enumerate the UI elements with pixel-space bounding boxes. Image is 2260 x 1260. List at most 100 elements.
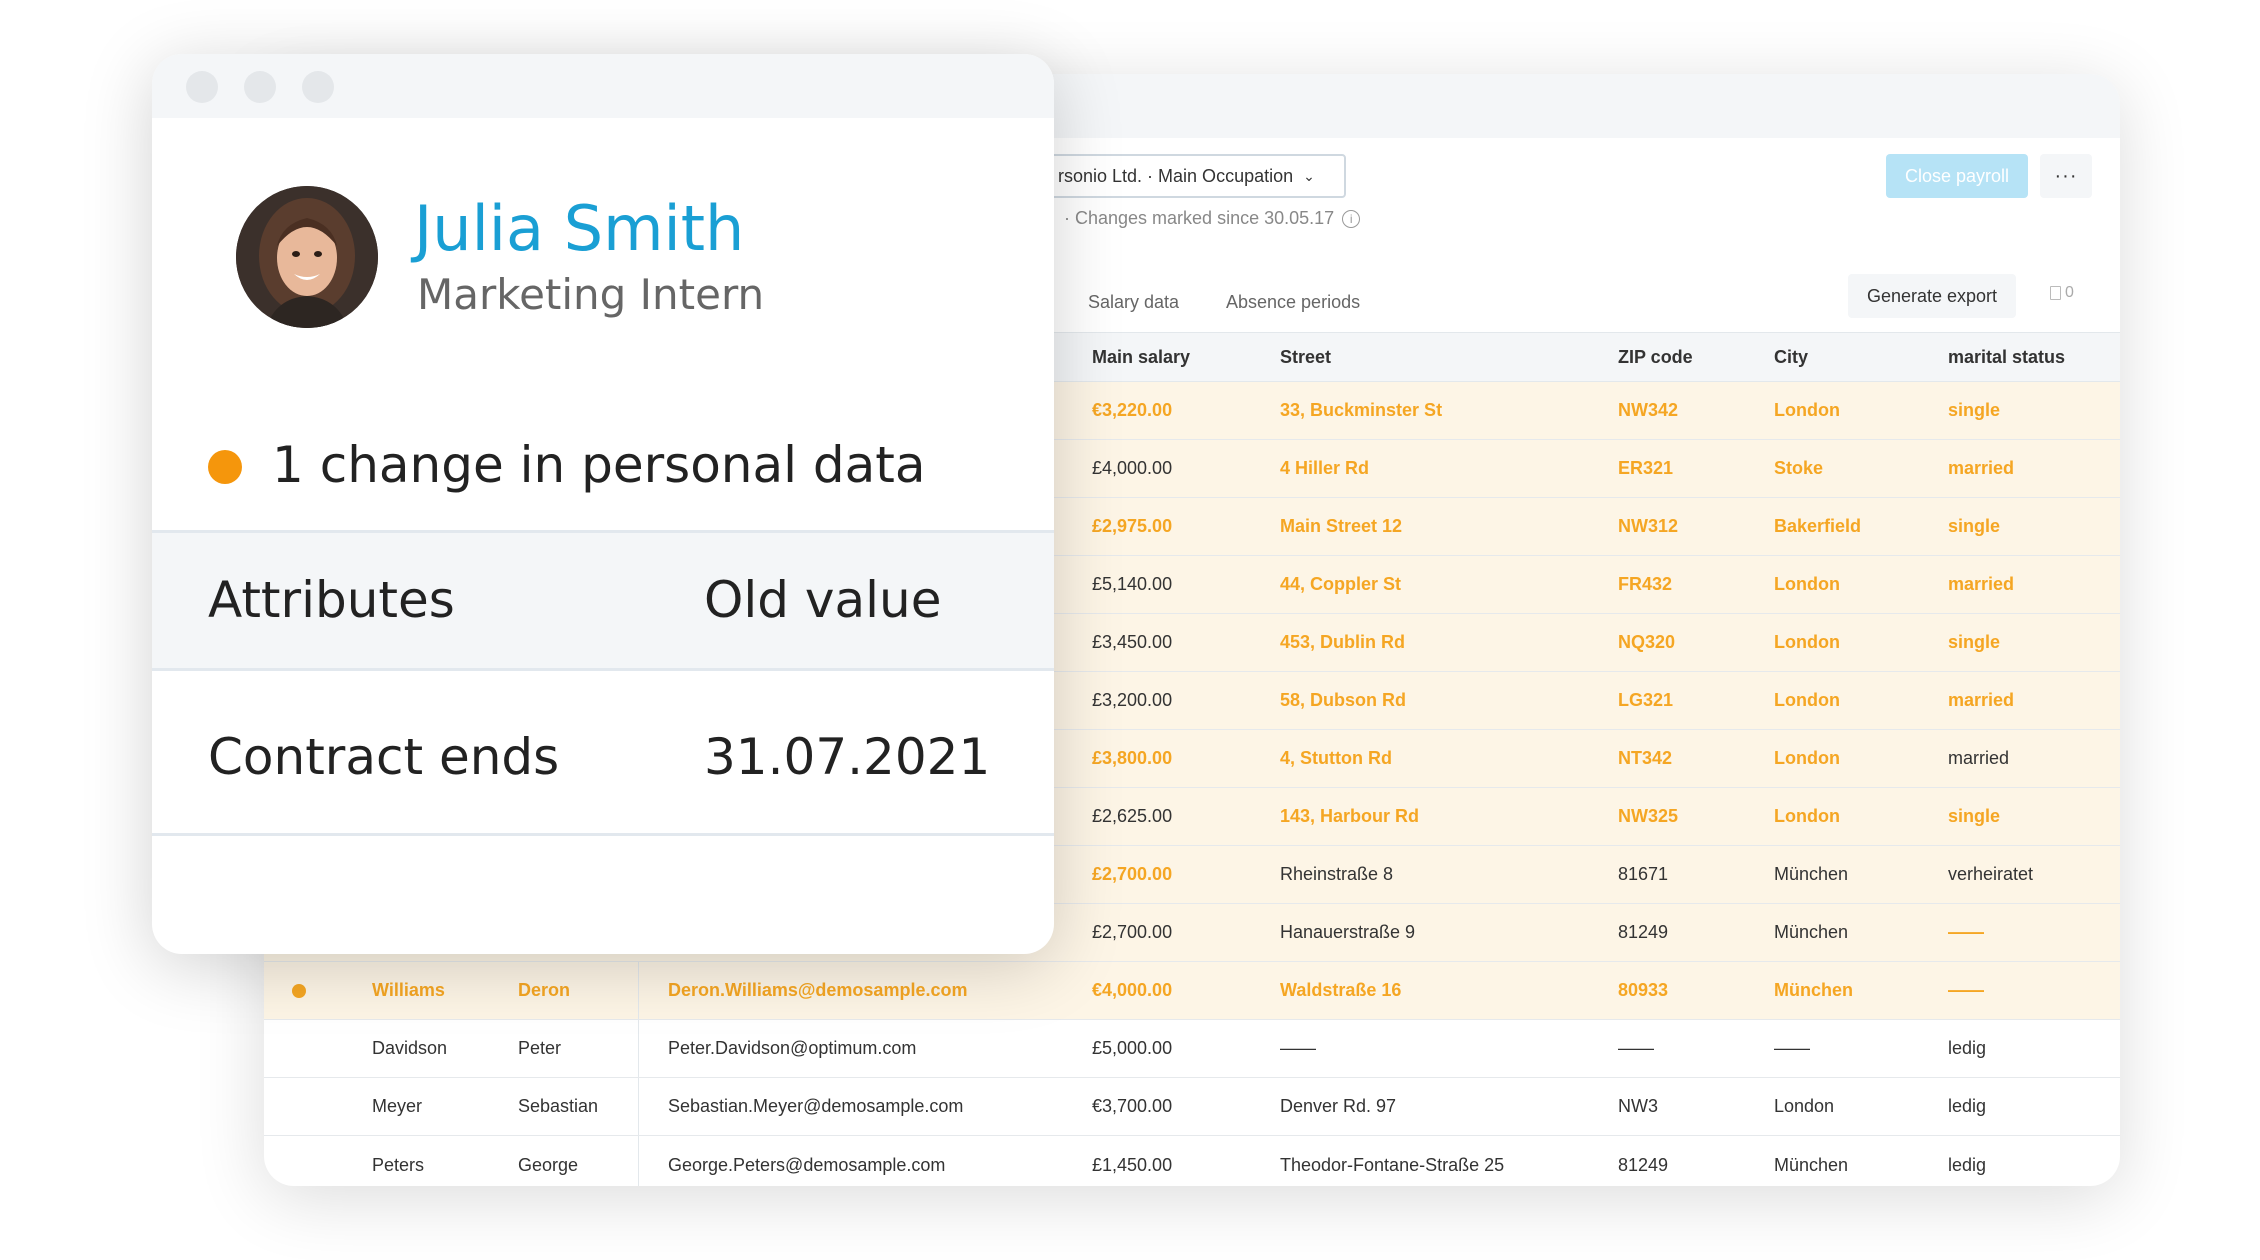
table-row[interactable]: Davidson Peter Peter.Davidson@optimum.co…: [264, 1020, 2120, 1078]
marital-cell: verheiratet: [1948, 864, 2034, 884]
city-cell: Bakerfield: [1774, 516, 1862, 536]
zip-cell: NW3: [1618, 1096, 1658, 1116]
zip-cell: NQ320: [1618, 632, 1676, 652]
salary-cell: €4,000.00: [1092, 980, 1173, 1000]
salary-cell: €3,220.00: [1092, 400, 1173, 420]
email-cell: Deron.Williams@demosample.com: [668, 980, 968, 1000]
city-cell: London: [1774, 1096, 1835, 1116]
salary-cell: £5,140.00: [1092, 574, 1173, 594]
street-cell: 44, Coppler St: [1280, 574, 1402, 594]
change-summary: 1 change in personal data: [272, 436, 926, 494]
header-attributes: Attributes: [208, 571, 455, 629]
attribute-name: Contract ends: [208, 728, 560, 786]
marital-cell: ledig: [1948, 1154, 1987, 1175]
email-cell: Peter.Davidson@optimum.com: [668, 1038, 917, 1058]
column-header-zip[interactable]: ZIP code: [1618, 333, 1693, 381]
marital-cell: married: [1948, 574, 2015, 594]
close-payroll-button[interactable]: Close payroll: [1886, 154, 2028, 198]
street-cell: Rheinstraße 8: [1280, 864, 1394, 884]
city-cell: London: [1774, 574, 1840, 594]
export-count[interactable]: 0: [2050, 284, 2074, 302]
more-options-button[interactable]: ···: [2040, 154, 2092, 198]
city-cell: ——: [1774, 1038, 1810, 1058]
company-select[interactable]: rsonio Ltd. · Main Occupation ⌄: [1044, 154, 1346, 198]
zip-cell: ER321: [1618, 458, 1674, 478]
avatar: [236, 186, 378, 328]
info-icon[interactable]: i: [1342, 209, 1361, 228]
zip-cell: NT342: [1618, 748, 1673, 768]
city-cell: München: [1774, 864, 1849, 884]
salary-cell: £3,200.00: [1092, 690, 1173, 710]
salary-cell: £2,700.00: [1092, 922, 1173, 942]
chevron-down-icon: ⌄: [1303, 167, 1315, 184]
street-cell: ——: [1280, 1038, 1316, 1058]
marital-cell: single: [1948, 516, 2001, 536]
first-name-cell: Peter: [518, 1038, 562, 1058]
change-marker: [292, 962, 306, 1019]
tab-absence-periods[interactable]: Absence periods: [1226, 292, 1360, 313]
export-count-value: 0: [2065, 284, 2074, 301]
zip-cell: 81249: [1618, 1154, 1669, 1175]
window-control-maximize[interactable]: [302, 71, 334, 103]
city-cell: München: [1774, 1154, 1849, 1175]
zip-cell: LG321: [1618, 690, 1674, 710]
salary-cell: £2,975.00: [1092, 516, 1173, 536]
column-header-main-salary[interactable]: Main salary: [1092, 333, 1190, 381]
column-header-street[interactable]: Street: [1280, 333, 1331, 381]
zip-cell: FR432: [1618, 574, 1673, 594]
change-dot-icon: [292, 983, 306, 998]
salary-cell: £3,450.00: [1092, 632, 1173, 652]
tab-salary-data[interactable]: Salary data: [1088, 292, 1179, 313]
marital-cell: single: [1948, 632, 2001, 652]
employee-change-card: Julia Smith Marketing Intern 1 change in…: [152, 54, 1054, 954]
column-header-marital-status[interactable]: marital status: [1948, 333, 2065, 381]
city-cell: London: [1774, 632, 1840, 652]
zip-cell: 81671: [1618, 864, 1669, 884]
street-cell: 4 Hiller Rd: [1280, 458, 1370, 478]
table-row[interactable]: Williams Deron Deron.Williams@demosample…: [264, 962, 2120, 1020]
last-name-cell: Peters: [372, 1154, 425, 1175]
email-cell: Sebastian.Meyer@demosample.com: [668, 1096, 964, 1116]
salary-cell: £4,000.00: [1092, 458, 1173, 478]
zip-cell: ——: [1618, 1038, 1654, 1058]
salary-cell: €3,700.00: [1092, 1096, 1173, 1116]
table-row[interactable]: Meyer Sebastian Sebastian.Meyer@demosamp…: [264, 1078, 2120, 1136]
last-name-cell: Williams: [372, 980, 445, 1000]
marital-cell: single: [1948, 400, 2001, 420]
header-old-value: Old value: [704, 571, 942, 629]
salary-cell: £3,800.00: [1092, 748, 1173, 768]
changes-note: · Changes marked since 30.05.17 i: [1064, 208, 1361, 229]
employee-role: Marketing Intern: [417, 270, 765, 319]
window-control-close[interactable]: [186, 71, 218, 103]
table-row[interactable]: Peters George George.Peters@demosample.c…: [264, 1136, 2120, 1186]
marital-cell: ledig: [1948, 1096, 1987, 1116]
street-cell: Waldstraße 16: [1280, 980, 1402, 1000]
city-cell: München: [1774, 922, 1849, 942]
salary-cell: £2,625.00: [1092, 806, 1173, 826]
window-control-minimize[interactable]: [244, 71, 276, 103]
marital-cell: single: [1948, 806, 2001, 826]
marital-cell: ——: [1948, 980, 1984, 1000]
marital-cell: married: [1948, 458, 2015, 478]
first-name-cell: George: [518, 1154, 579, 1175]
city-cell: London: [1774, 690, 1840, 710]
marital-cell: ——: [1948, 922, 1984, 942]
zip-cell: 80933: [1618, 980, 1669, 1000]
attribute-row: Contract ends 31.07.2021: [152, 674, 1054, 836]
column-divider: [638, 1136, 639, 1186]
marital-cell: married: [1948, 748, 2010, 768]
salary-cell: £5,000.00: [1092, 1038, 1173, 1058]
first-name-cell: Sebastian: [518, 1096, 599, 1116]
street-cell: Denver Rd. 97: [1280, 1096, 1397, 1116]
zip-cell: NW325: [1618, 806, 1679, 826]
column-header-city[interactable]: City: [1774, 333, 1808, 381]
street-cell: Theodor-Fontane-Straße 25: [1280, 1154, 1505, 1175]
change-indicator-icon: [208, 450, 242, 484]
salary-cell: £2,700.00: [1092, 864, 1173, 884]
changes-note-text: · Changes marked since 30.05.17: [1064, 208, 1335, 228]
company-select-value: rsonio Ltd. · Main Occupation: [1058, 165, 1294, 186]
marital-cell: ledig: [1948, 1038, 1987, 1058]
email-cell: George.Peters@demosample.com: [668, 1154, 946, 1175]
generate-export-button[interactable]: Generate export: [1848, 274, 2016, 318]
city-cell: London: [1774, 806, 1840, 826]
